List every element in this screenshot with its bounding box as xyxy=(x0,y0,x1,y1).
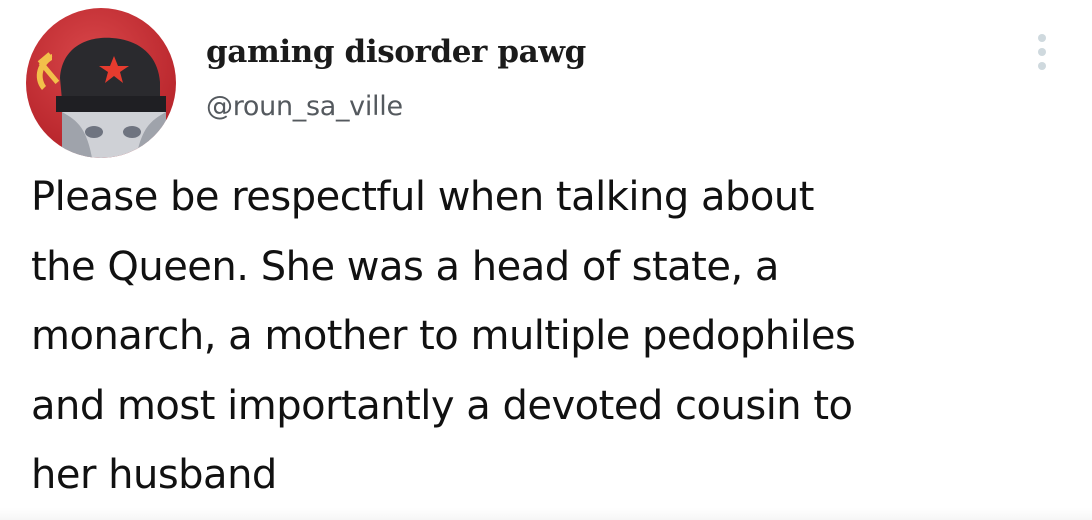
avatar[interactable] xyxy=(26,8,176,158)
hammer-and-sickle-avatar-icon xyxy=(26,8,176,158)
author-display-name[interactable]: gaming disorder pawg xyxy=(206,34,586,70)
tweet-text: Please be respectful when talking about … xyxy=(31,174,856,498)
author-handle[interactable]: @roun_sa_ville xyxy=(206,91,403,122)
tweet-card: gaming disorder pawg @roun_sa_ville Plea… xyxy=(0,0,1092,520)
more-options-button[interactable] xyxy=(1024,26,1060,78)
bottom-edge xyxy=(0,508,1092,520)
vertical-ellipsis-icon xyxy=(1038,34,1046,70)
